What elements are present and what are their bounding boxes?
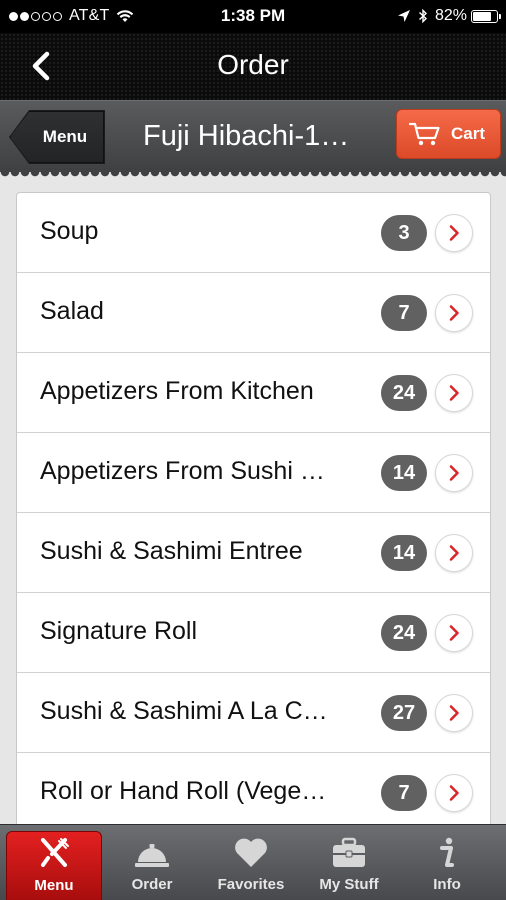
chevron-right-icon[interactable] xyxy=(435,694,473,732)
info-icon xyxy=(440,837,454,867)
page-title: Order xyxy=(217,49,289,80)
briefcase-icon xyxy=(333,837,365,867)
battery-icon xyxy=(471,9,501,23)
category-label: Salad xyxy=(40,297,104,325)
heart-icon xyxy=(235,838,267,867)
category-list: Soup 3 Salad 7 Appetizers From Kitchen 24 Appe… xyxy=(16,192,491,824)
item-count-badge: 24 xyxy=(381,615,427,651)
battery-fill xyxy=(473,11,492,21)
chevron-right-icon[interactable] xyxy=(435,454,473,492)
scallop-divider xyxy=(0,172,506,182)
category-row[interactable]: Roll or Hand Roll (Vege… 7 xyxy=(17,753,490,824)
cart-button[interactable]: Cart xyxy=(396,109,501,159)
category-row[interactable]: Salad 7 xyxy=(17,273,490,353)
status-bar: AT&T 1:38 PM 82% xyxy=(0,0,506,33)
cart-label: Cart xyxy=(451,124,486,143)
cart-icon xyxy=(409,122,440,146)
bluetooth-icon xyxy=(418,8,427,24)
nav-bar: Order xyxy=(0,33,506,100)
tab-order[interactable]: Order xyxy=(102,825,202,900)
tab-label: Info xyxy=(433,876,461,893)
category-label: Soup xyxy=(40,217,99,245)
tab-favorites[interactable]: Favorites xyxy=(201,825,301,900)
category-row[interactable]: Sushi & Sashimi Entree 14 xyxy=(17,513,490,593)
tab-label: Favorites xyxy=(217,876,285,893)
chevron-right-icon[interactable] xyxy=(435,374,473,412)
item-count-badge: 14 xyxy=(381,535,427,571)
category-row[interactable]: Signature Roll 24 xyxy=(17,593,490,673)
category-row[interactable]: Soup 3 xyxy=(17,193,490,273)
location-arrow-icon xyxy=(397,10,410,22)
status-right: 82% xyxy=(397,7,501,25)
item-count-badge: 3 xyxy=(381,215,427,251)
category-label: Appetizers From Kitchen xyxy=(40,377,314,405)
fork-knife-icon xyxy=(41,838,69,867)
item-count-badge: 27 xyxy=(381,695,427,731)
tab-label: Menu xyxy=(34,877,74,894)
app-screen: AT&T 1:38 PM 82% Order Menu Fuji Hibachi… xyxy=(0,0,506,900)
category-label: Signature Roll xyxy=(40,617,198,645)
battery-nub xyxy=(498,13,501,19)
tab-my-stuff[interactable]: My Stuff xyxy=(299,825,399,900)
chevron-right-icon[interactable] xyxy=(435,214,473,252)
category-label: Sushi & Sashimi A La C… xyxy=(40,697,328,725)
chevron-right-icon[interactable] xyxy=(435,774,473,812)
item-count-badge: 14 xyxy=(381,455,427,491)
restaurant-name: Fuji Hibachi-1… xyxy=(143,120,350,152)
category-label: Sushi & Sashimi Entree xyxy=(40,537,303,565)
category-label: Roll or Hand Roll (Vege… xyxy=(40,777,327,805)
chevron-right-icon[interactable] xyxy=(435,294,473,332)
chevron-right-icon[interactable] xyxy=(435,614,473,652)
category-row[interactable]: Sushi & Sashimi A La C… 27 xyxy=(17,673,490,753)
tab-bar: Menu Order Favorites My Stuff Info xyxy=(0,824,506,900)
category-label: Appetizers From Sushi … xyxy=(40,457,325,485)
battery-percent: 82% xyxy=(434,7,467,24)
chevron-right-icon[interactable] xyxy=(435,534,473,572)
tab-label: Order xyxy=(131,876,173,893)
tab-info[interactable]: Info xyxy=(397,825,497,900)
category-row[interactable]: Appetizers From Sushi … 14 xyxy=(17,433,490,513)
item-count-badge: 7 xyxy=(381,295,427,331)
menu-content: Soup 3 Salad 7 Appetizers From Kitchen 24 Appe… xyxy=(0,172,506,824)
tab-menu[interactable]: Menu xyxy=(6,831,102,900)
item-count-badge: 24 xyxy=(381,375,427,411)
item-count-badge: 7 xyxy=(381,775,427,811)
menu-back-button[interactable]: Menu xyxy=(10,111,104,163)
tab-label: My Stuff xyxy=(319,876,379,893)
service-bell-icon xyxy=(135,844,169,867)
category-row[interactable]: Appetizers From Kitchen 24 xyxy=(17,353,490,433)
restaurant-header: Menu Fuji Hibachi-1… Cart xyxy=(0,100,506,172)
